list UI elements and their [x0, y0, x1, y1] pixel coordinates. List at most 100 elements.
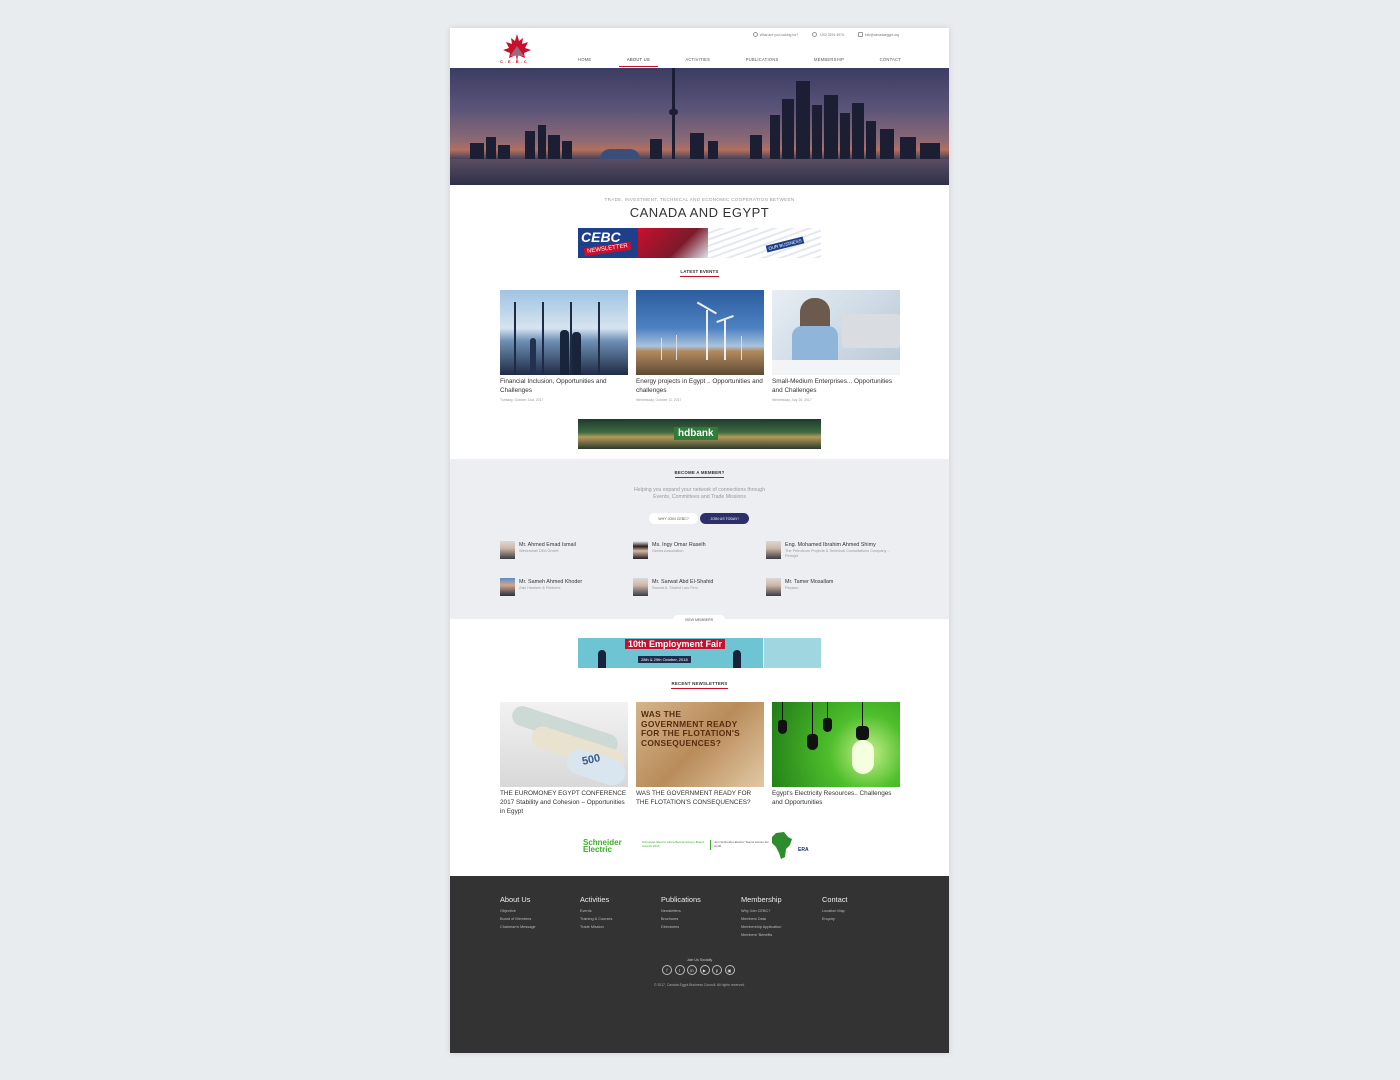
- footer-col-contact: Contact Location Map Enquiry: [822, 895, 847, 923]
- event-card[interactable]: Energy projects in Egypt .. Opportunitie…: [636, 290, 764, 402]
- view-members-button[interactable]: VIEW MEMBERS: [673, 615, 725, 624]
- site-footer: About Us Objective Board of Members Chai…: [450, 876, 949, 1053]
- member-name: Mr. Sameh Ahmed Khoder: [519, 579, 583, 585]
- join-us-button[interactable]: JOIN US TODAY!: [700, 513, 749, 524]
- nav-home[interactable]: HOME: [570, 57, 599, 67]
- linkedin-icon[interactable]: in: [687, 965, 697, 975]
- newsletter-card[interactable]: WAS THE GOVERNMENT READY FOR THE FLOTATI…: [636, 702, 764, 808]
- member-item[interactable]: Ms. Ingy Omar Raselh Gecha Association: [633, 541, 763, 563]
- event-card[interactable]: Small-Medium Enterprises... Opportunitie…: [772, 290, 900, 402]
- phone-number: +202 3291 4976: [819, 32, 844, 37]
- youtube-icon[interactable]: ▶: [699, 965, 710, 975]
- member-item[interactable]: Mr. Tamer Mosallam Pepsico: [766, 578, 896, 600]
- member-avatar: [500, 578, 515, 596]
- phone-icon: [812, 32, 818, 37]
- footer-link[interactable]: Newsletters: [661, 907, 701, 915]
- membership-subtitle: Helping you expand your network of conne…: [634, 487, 765, 501]
- page: C.E.B.C What are you looking for? +202 3…: [450, 28, 949, 1053]
- footer-heading: About Us: [500, 895, 531, 904]
- logo-text: C.E.B.C: [500, 59, 529, 64]
- newsletter-banner-logo: CEBC: [581, 229, 621, 245]
- africa-map-icon: [772, 832, 792, 859]
- event-image: [636, 290, 764, 375]
- footer-link[interactable]: Chairman's Message: [500, 923, 536, 931]
- newsletter-image: [772, 702, 900, 787]
- schneider-logo[interactable]: Schneider Electric: [583, 839, 631, 854]
- employment-fair-banner[interactable]: 10th Employment Fair 28th & 29th October…: [578, 638, 821, 668]
- why-join-button[interactable]: WHY JOIN CEBC?: [649, 513, 698, 524]
- newsletter-title[interactable]: Egypt's Electricity Resources.. Challeng…: [772, 790, 900, 808]
- newsletter-card[interactable]: 500 THE EUROMONEY EGYPT CONFERENCE 2017 …: [500, 702, 628, 816]
- event-date: Wednesday, July 26, 2017: [772, 397, 812, 402]
- email-address: info@canadaegypt.org: [864, 32, 899, 37]
- join-socially-label: Join Us Socially: [686, 958, 713, 962]
- pinterest-icon[interactable]: p: [712, 965, 722, 975]
- footer-link[interactable]: Objective: [500, 907, 536, 915]
- instagram-icon[interactable]: ▣: [724, 965, 735, 975]
- member-company: Sarwat A. Shahid Law Firm: [652, 586, 698, 590]
- footer-link[interactable]: Directories: [661, 923, 701, 931]
- footer-link[interactable]: Board of Members: [500, 915, 536, 923]
- membership-section: BECOME A MEMBER? Helping you expand your…: [450, 459, 949, 619]
- newsletter-title[interactable]: WAS THE GOVERNMENT READY FOR THE FLOTATI…: [636, 790, 764, 808]
- phone-link[interactable]: +202 3291 4976: [812, 32, 844, 37]
- footer-link[interactable]: Brochures: [661, 915, 701, 923]
- member-avatar: [500, 541, 515, 559]
- footer-link[interactable]: Location Map: [822, 907, 847, 915]
- page-title: CANADA AND EGYPT: [629, 205, 770, 220]
- newsletter-banner[interactable]: CEBC NEWSLETTER OUR BUSINESS: [578, 228, 821, 258]
- member-name: Mr. Ahmed Emad Ismail: [519, 542, 576, 548]
- newsletter-title[interactable]: THE EUROMONEY EGYPT CONFERENCE 2017 Stab…: [500, 790, 628, 816]
- newsletter-image: 500: [500, 702, 628, 787]
- footer-heading: Publications: [661, 895, 701, 904]
- member-item[interactable]: Eng. Mohamed Ibrahim Ahmed Shimy The Pet…: [766, 541, 896, 563]
- event-date: Tuesday, October 31st, 2017: [500, 397, 544, 402]
- era-logo[interactable]: ERA: [798, 847, 809, 853]
- event-title[interactable]: Financial Inclusion, Opportunities and C…: [500, 378, 628, 396]
- nav-about-us[interactable]: ABOUT US: [618, 57, 658, 67]
- event-title[interactable]: Small-Medium Enterprises... Opportunitie…: [772, 378, 900, 396]
- event-date: Wednesday, October 11, 2017: [636, 397, 682, 402]
- footer-link[interactable]: Training & Courses: [580, 915, 612, 923]
- footer-col-activities: Activities Events Training & Courses Tra…: [580, 895, 612, 931]
- hdbank-logo: hdbank: [674, 427, 718, 440]
- event-image: [500, 290, 628, 375]
- nav-publications[interactable]: PUBLICATIONS: [738, 57, 787, 67]
- footer-link[interactable]: Trade Mission: [580, 923, 612, 931]
- footer-link[interactable]: Members Data: [741, 915, 782, 923]
- email-link[interactable]: info@canadaegypt.org: [857, 32, 899, 37]
- newsletter-card[interactable]: Egypt's Electricity Resources.. Challeng…: [772, 702, 900, 808]
- footer-link[interactable]: Members' Benefits: [741, 931, 782, 939]
- hdbank-banner[interactable]: hdbank: [578, 419, 821, 449]
- footer-link[interactable]: Why Join CEBC?: [741, 907, 782, 915]
- member-item[interactable]: Mr. Sameh Ahmed Khoder Zaki Hashem & Par…: [500, 578, 630, 600]
- hero-skyline-image: [450, 68, 949, 185]
- footer-link[interactable]: Enquiry: [822, 915, 847, 923]
- nav-contact[interactable]: CONTACT: [872, 57, 909, 67]
- lake-water: [450, 159, 949, 185]
- mail-icon: [857, 32, 863, 37]
- footer-link[interactable]: Events: [580, 907, 612, 915]
- member-item[interactable]: Mr. Ahmed Emad Ismail Wintershall DEA Gm…: [500, 541, 630, 563]
- nav-activities[interactable]: ACTIVITIES: [677, 57, 718, 67]
- become-member-title: BECOME A MEMBER?: [450, 470, 949, 478]
- footer-link[interactable]: Membership Application: [741, 923, 782, 931]
- fair-title: 10th Employment Fair: [625, 639, 726, 649]
- footer-col-about: About Us Objective Board of Members Chai…: [500, 895, 536, 931]
- event-title[interactable]: Energy projects in Egypt .. Opportunitie…: [636, 378, 764, 396]
- facebook-icon[interactable]: f: [662, 965, 672, 975]
- main-nav: HOME ABOUT US ACTIVITIES PUBLICATIONS ME…: [570, 57, 909, 67]
- copyright: © 2017, Canada Egypt Business Council. A…: [653, 983, 746, 987]
- twitter-icon[interactable]: t: [674, 965, 685, 975]
- search-field[interactable]: What are you looking for?: [752, 32, 798, 37]
- nav-membership[interactable]: MEMBERSHIP: [806, 57, 852, 67]
- member-item[interactable]: Mr. Sarwat Abd El-Shahid Sarwat A. Shahi…: [633, 578, 763, 600]
- sponsor-logos: Schneider Electric Schneider Electric Af…: [580, 831, 820, 861]
- footer-col-publications: Publications Newsletters Brochures Direc…: [661, 895, 701, 931]
- join-schneider-logo[interactable]: Join Schneider Electric Teams across the…: [714, 840, 770, 848]
- site-header: C.E.B.C What are you looking for? +202 3…: [450, 28, 949, 68]
- schneider-award-logo[interactable]: Schneider Electric Africa Best Employer …: [642, 840, 704, 848]
- member-company: Wintershall DEA GmbH: [519, 549, 559, 553]
- event-card[interactable]: Financial Inclusion, Opportunities and C…: [500, 290, 628, 402]
- search-icon: [752, 32, 758, 37]
